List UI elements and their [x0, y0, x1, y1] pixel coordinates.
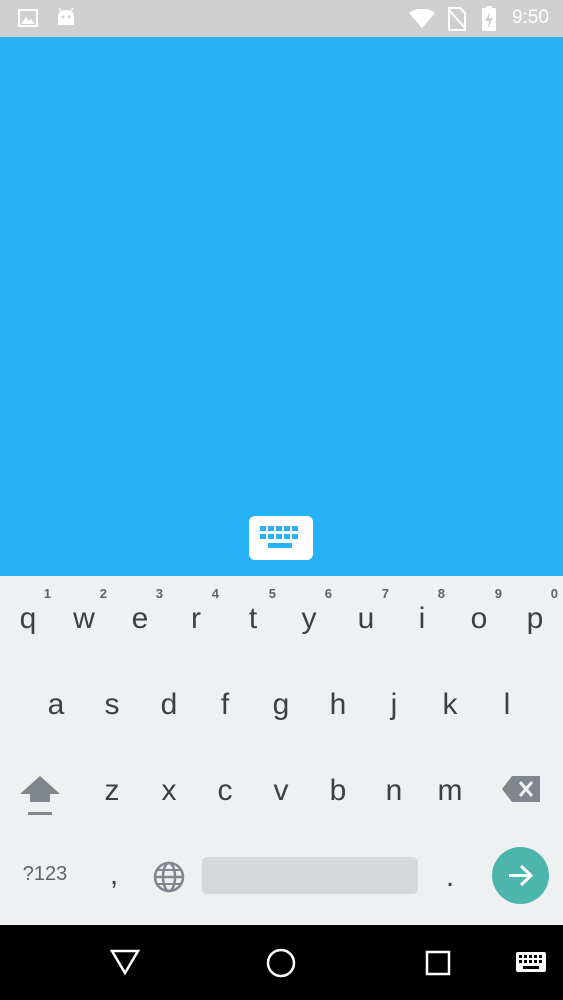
period-key-label: . — [445, 860, 455, 893]
key-hint: 1 — [43, 586, 51, 601]
key-label: l — [503, 688, 511, 721]
arrow-right-icon — [509, 864, 534, 887]
globe-icon — [153, 861, 185, 893]
key-label: n — [385, 774, 403, 807]
clock: 9:50 — [512, 7, 549, 28]
key-q[interactable]: 1q — [0, 576, 56, 656]
key-label: z — [104, 774, 120, 807]
keyboard-icon — [260, 526, 298, 548]
key-label: m — [437, 774, 463, 807]
shift-key[interactable] — [14, 772, 66, 828]
key-label: y — [301, 602, 317, 635]
key-label: u — [357, 602, 375, 635]
key-b[interactable]: b — [310, 774, 366, 834]
enter-key[interactable] — [492, 847, 549, 904]
key-c[interactable]: c — [197, 774, 253, 834]
key-label: d — [160, 688, 178, 721]
key-i[interactable]: 8i — [394, 576, 450, 656]
key-p[interactable]: 0p — [507, 576, 563, 656]
key-label: q — [19, 602, 37, 635]
key-label: w — [73, 602, 95, 635]
back-icon[interactable] — [110, 948, 140, 976]
key-label: b — [329, 774, 347, 807]
key-v[interactable]: v — [253, 774, 309, 834]
key-k[interactable]: k — [422, 688, 478, 748]
android-icon — [58, 7, 74, 25]
symbols-key[interactable]: ?123 — [10, 863, 80, 893]
key-e[interactable]: 3e — [112, 576, 168, 656]
language-key[interactable] — [152, 860, 186, 894]
key-t[interactable]: 5t — [225, 576, 281, 656]
key-label: v — [273, 774, 289, 807]
key-y[interactable]: 6y — [281, 576, 337, 656]
key-n[interactable]: n — [366, 774, 422, 834]
key-u[interactable]: 7u — [338, 576, 394, 656]
key-hint: 6 — [324, 586, 332, 601]
key-label: p — [526, 602, 544, 635]
show-keyboard-button[interactable] — [249, 516, 313, 560]
app-content-area — [0, 37, 563, 576]
recents-icon[interactable] — [425, 950, 451, 976]
key-label: h — [329, 688, 347, 721]
image-icon — [18, 9, 38, 27]
backspace-icon — [502, 776, 540, 802]
key-label: t — [248, 602, 258, 635]
key-hint: 0 — [550, 586, 558, 601]
key-label: o — [470, 602, 488, 635]
key-hint: 5 — [268, 586, 276, 601]
space-bar[interactable] — [202, 857, 418, 894]
no-sim-icon — [448, 7, 466, 31]
soft-keyboard: 1q 2w 3e 4r 5t 6y 7u 8i 9o 0p a s d f g … — [0, 576, 563, 925]
shift-icon — [20, 776, 60, 815]
key-label: s — [104, 688, 120, 721]
key-label: e — [131, 602, 149, 635]
key-hint: 2 — [99, 586, 107, 601]
key-m[interactable]: m — [422, 774, 478, 834]
key-z[interactable]: z — [84, 774, 140, 834]
key-d[interactable]: d — [141, 688, 197, 748]
period-key[interactable]: . — [436, 860, 464, 900]
key-label: j — [390, 688, 398, 721]
key-label: x — [161, 774, 177, 807]
key-s[interactable]: s — [84, 688, 140, 748]
key-f[interactable]: f — [197, 688, 253, 748]
status-bar: 9:50 — [0, 0, 563, 37]
key-x[interactable]: x — [141, 774, 197, 834]
key-hint: 9 — [494, 586, 502, 601]
key-g[interactable]: g — [253, 688, 309, 748]
symbols-key-label: ?123 — [22, 863, 68, 885]
key-hint: 7 — [381, 586, 389, 601]
key-label: r — [191, 602, 201, 635]
key-label: c — [217, 774, 233, 807]
key-h[interactable]: h — [310, 688, 366, 748]
key-label: i — [418, 602, 426, 635]
comma-key-label: , — [109, 858, 119, 891]
key-j[interactable]: j — [366, 688, 422, 748]
key-hint: 3 — [155, 586, 163, 601]
key-w[interactable]: 2w — [56, 576, 112, 656]
key-r[interactable]: 4r — [168, 576, 224, 656]
key-label: a — [47, 688, 65, 721]
home-icon[interactable] — [265, 947, 297, 979]
keyboard-switch-icon[interactable] — [515, 951, 547, 973]
key-label: g — [272, 688, 290, 721]
navigation-bar — [0, 925, 563, 1000]
key-a[interactable]: a — [28, 688, 84, 748]
backspace-key[interactable] — [500, 774, 548, 804]
wifi-icon — [409, 9, 435, 28]
key-l[interactable]: l — [479, 688, 535, 748]
key-o[interactable]: 9o — [451, 576, 507, 656]
key-hint: 8 — [437, 586, 445, 601]
comma-key[interactable]: , — [100, 858, 128, 898]
key-label: f — [220, 688, 230, 721]
key-hint: 4 — [211, 586, 219, 601]
key-label: k — [442, 688, 458, 721]
battery-charging-icon — [482, 6, 496, 31]
